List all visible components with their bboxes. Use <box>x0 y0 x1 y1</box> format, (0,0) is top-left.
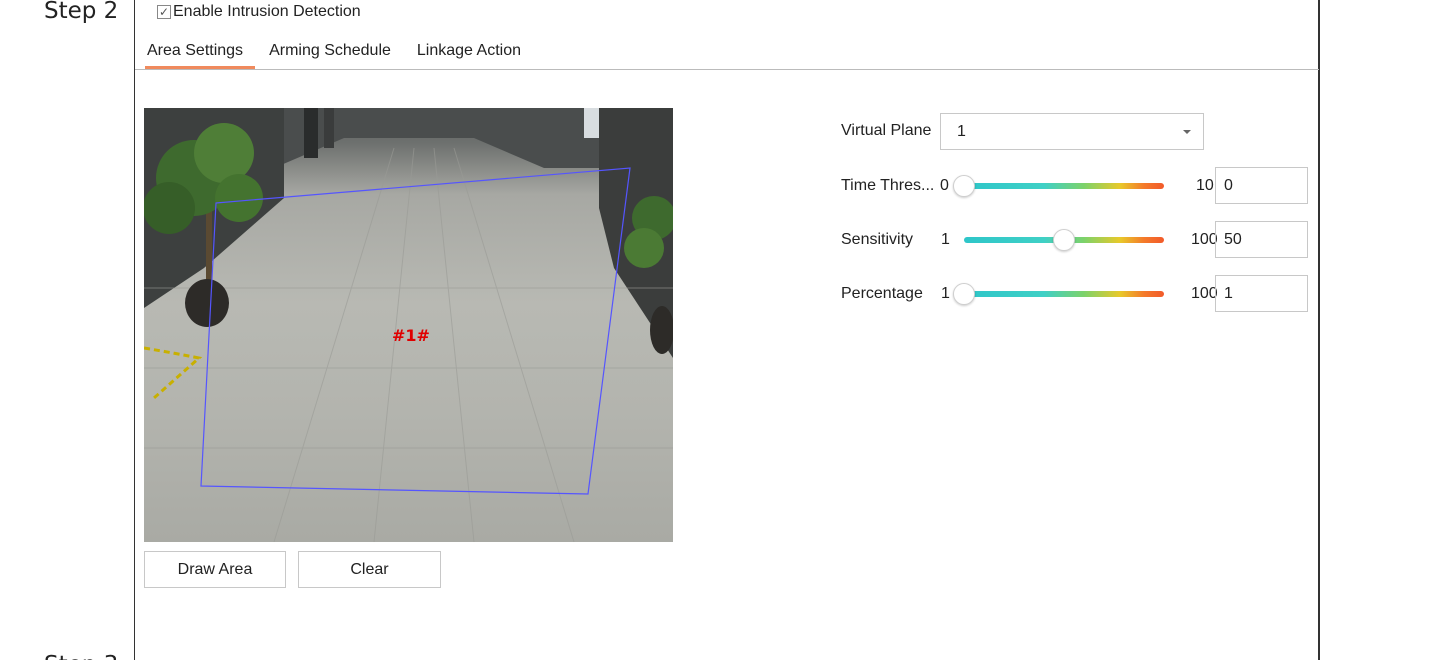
chevron-down-icon <box>1183 130 1191 134</box>
step-label: Step 2 <box>44 0 119 24</box>
draw-area-button[interactable]: Draw Area <box>144 551 286 588</box>
camera-scene <box>144 108 673 542</box>
percentage-label: Percentage <box>841 285 923 302</box>
camera-preview[interactable]: #1# <box>144 108 673 542</box>
zone-label: #1# <box>392 326 430 345</box>
time-threshold-input[interactable]: 0 <box>1215 167 1308 204</box>
enable-intrusion-detection[interactable]: ✓ Enable Intrusion Detection <box>157 3 361 21</box>
sensitivity-input[interactable]: 50 <box>1215 221 1308 258</box>
enable-label: Enable Intrusion Detection <box>173 3 361 20</box>
time-threshold-max: 10 <box>1196 177 1214 194</box>
sensitivity-label: Sensitivity <box>841 231 914 248</box>
sensitivity-max: 100 <box>1191 231 1218 248</box>
time-threshold-slider[interactable] <box>953 175 1164 197</box>
percentage-slider[interactable] <box>953 283 1164 305</box>
percentage-input[interactable]: 1 <box>1215 275 1308 312</box>
percentage-row: Percentage 1 100 1 <box>840 275 1310 313</box>
enable-checkbox[interactable]: ✓ <box>157 5 171 19</box>
virtual-plane-select[interactable]: 1 <box>940 113 1204 150</box>
time-threshold-min: 0 <box>940 177 949 194</box>
virtual-plane-label: Virtual Plane <box>841 122 932 139</box>
time-threshold-label: Time Thres... <box>841 177 935 194</box>
tab-arming-schedule[interactable]: Arming Schedule <box>267 42 403 69</box>
percentage-max: 100 <box>1191 285 1218 302</box>
sensitivity-min: 1 <box>941 231 950 248</box>
sensitivity-slider-handle[interactable] <box>1053 229 1075 251</box>
virtual-plane-value: 1 <box>957 122 966 140</box>
sensitivity-row: Sensitivity 1 100 50 <box>840 221 1310 259</box>
tab-linkage-action[interactable]: Linkage Action <box>415 42 533 69</box>
tab-area-settings[interactable]: Area Settings <box>145 42 256 69</box>
next-step-label: Step 3 <box>44 652 118 660</box>
clear-button[interactable]: Clear <box>298 551 441 588</box>
sensitivity-slider[interactable] <box>964 229 1164 251</box>
time-threshold-slider-handle[interactable] <box>953 175 975 197</box>
percentage-min: 1 <box>941 285 950 302</box>
tab-divider <box>135 69 1319 70</box>
percentage-slider-handle[interactable] <box>953 283 975 305</box>
intrusion-detection-panel: ✓ Enable Intrusion Detection Area Settin… <box>134 0 1320 660</box>
tab-bar: Area Settings Arming Schedule Linkage Ac… <box>145 42 545 69</box>
virtual-plane-row: Virtual Plane 1 <box>840 112 1310 150</box>
time-threshold-row: Time Thres... 0 10 0 <box>840 167 1310 205</box>
